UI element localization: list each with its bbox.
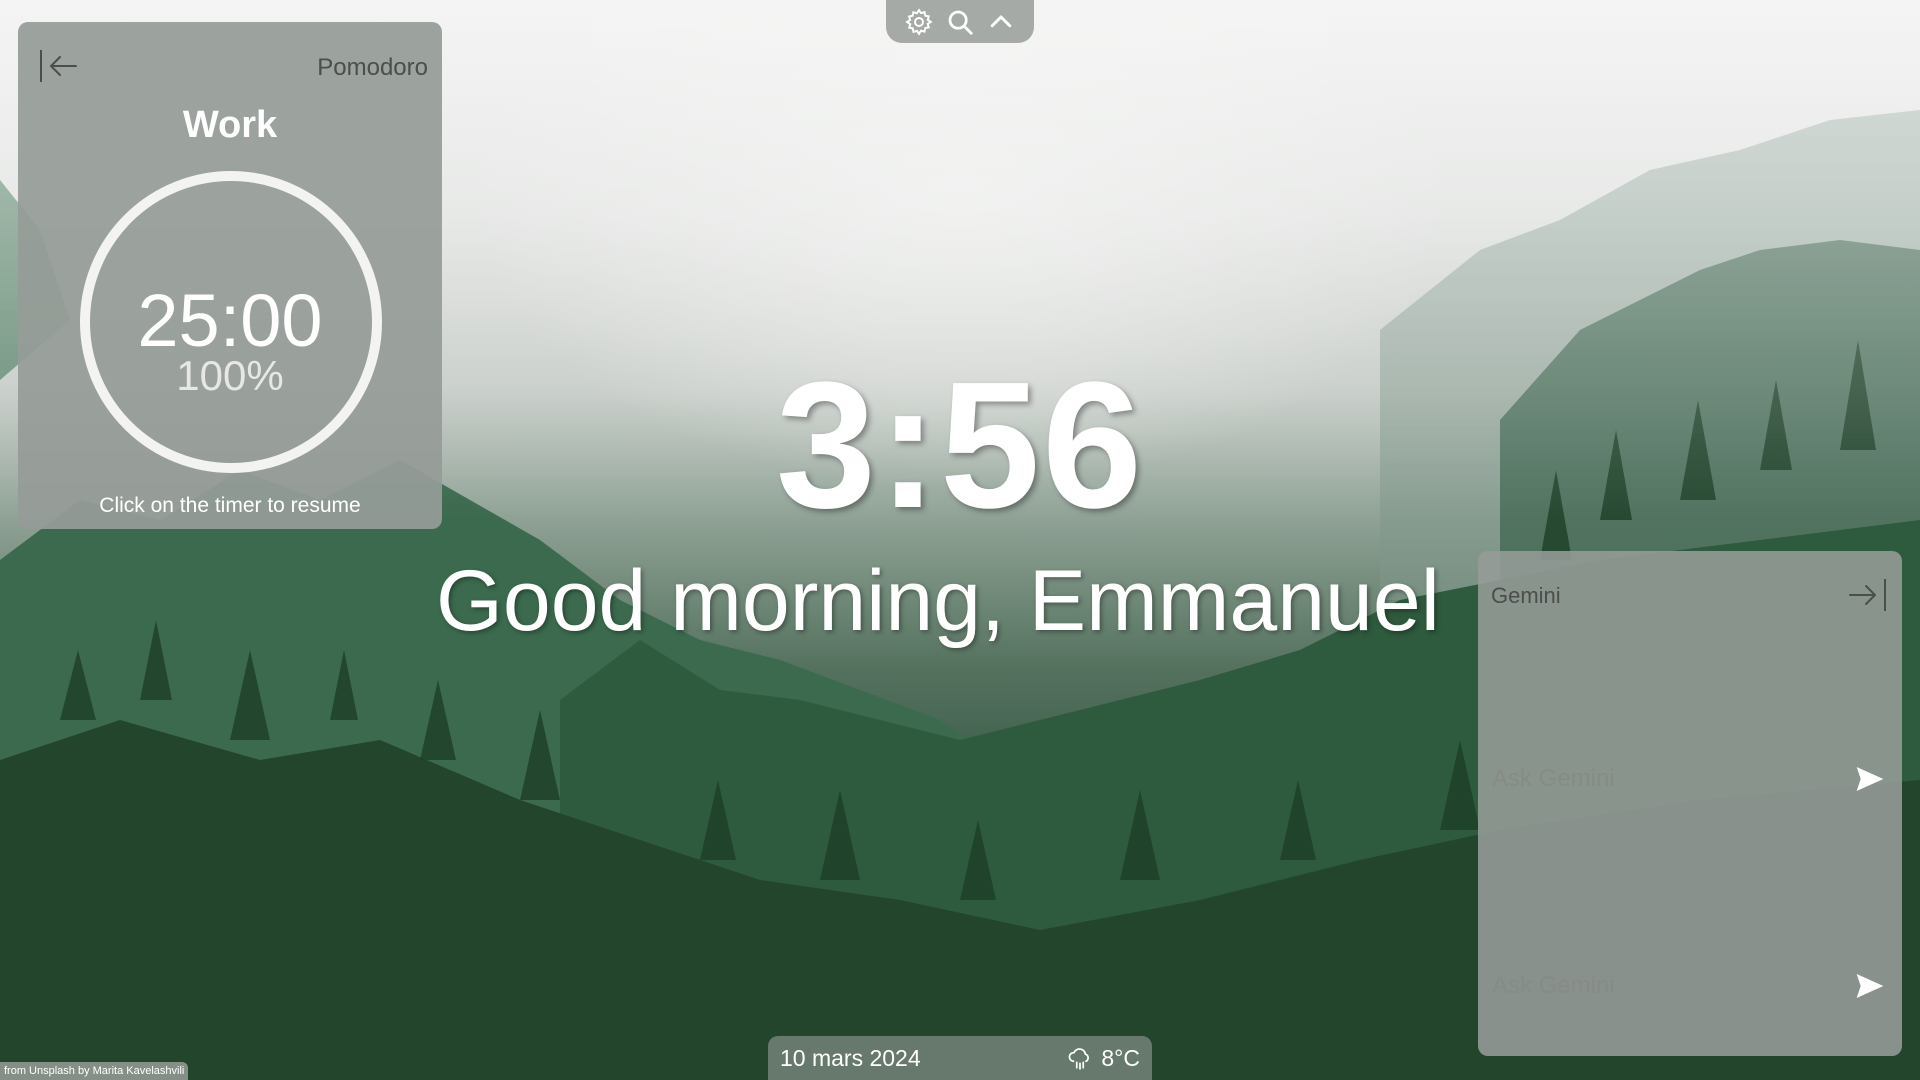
gemini-input-bottom[interactable] <box>1492 972 1850 1000</box>
gemini-send-button-bottom[interactable] <box>1850 966 1890 1006</box>
search-icon <box>948 10 973 35</box>
send-icon <box>1856 974 1884 998</box>
weather-widget[interactable]: 8°C <box>1067 1045 1140 1072</box>
pomodoro-title: Pomodoro <box>317 54 428 81</box>
gemini-title: Gemini <box>1491 583 1561 608</box>
gemini-input[interactable] <box>1492 765 1850 793</box>
chevron-up-icon <box>991 15 1012 27</box>
gemini-input-row-bottom <box>1478 964 1902 1008</box>
arrow-right-bar-icon <box>1849 579 1886 611</box>
clock: 3:56 <box>775 345 1145 546</box>
collapse-pomodoro-button[interactable] <box>38 46 82 86</box>
gemini-input-row <box>1478 757 1902 801</box>
bottom-info-bar: 10 mars 2024 8°C <box>768 1036 1152 1080</box>
greeting: Good morning, Emmanuel <box>436 553 1440 649</box>
gemini-send-button[interactable] <box>1850 759 1890 799</box>
collapse-toolbar-button[interactable] <box>985 6 1017 38</box>
pomodoro-mode: Work <box>182 104 278 146</box>
gear-icon <box>904 7 933 36</box>
photo-credit[interactable]: from Unsplash by Marita Kavelashvili <box>0 1062 189 1080</box>
collapse-gemini-button[interactable] <box>1844 575 1888 615</box>
temperature-label: 8°C <box>1101 1044 1140 1071</box>
search-button[interactable] <box>944 6 976 38</box>
arrow-left-bar-icon <box>40 50 77 82</box>
send-icon <box>1856 767 1884 791</box>
date-label: 10 mars 2024 <box>780 1044 921 1071</box>
rain-cloud-icon <box>1068 1048 1090 1070</box>
top-toolbar <box>886 0 1034 43</box>
gemini-panel: Gemini <box>1478 551 1902 1056</box>
settings-button[interactable] <box>903 6 935 38</box>
